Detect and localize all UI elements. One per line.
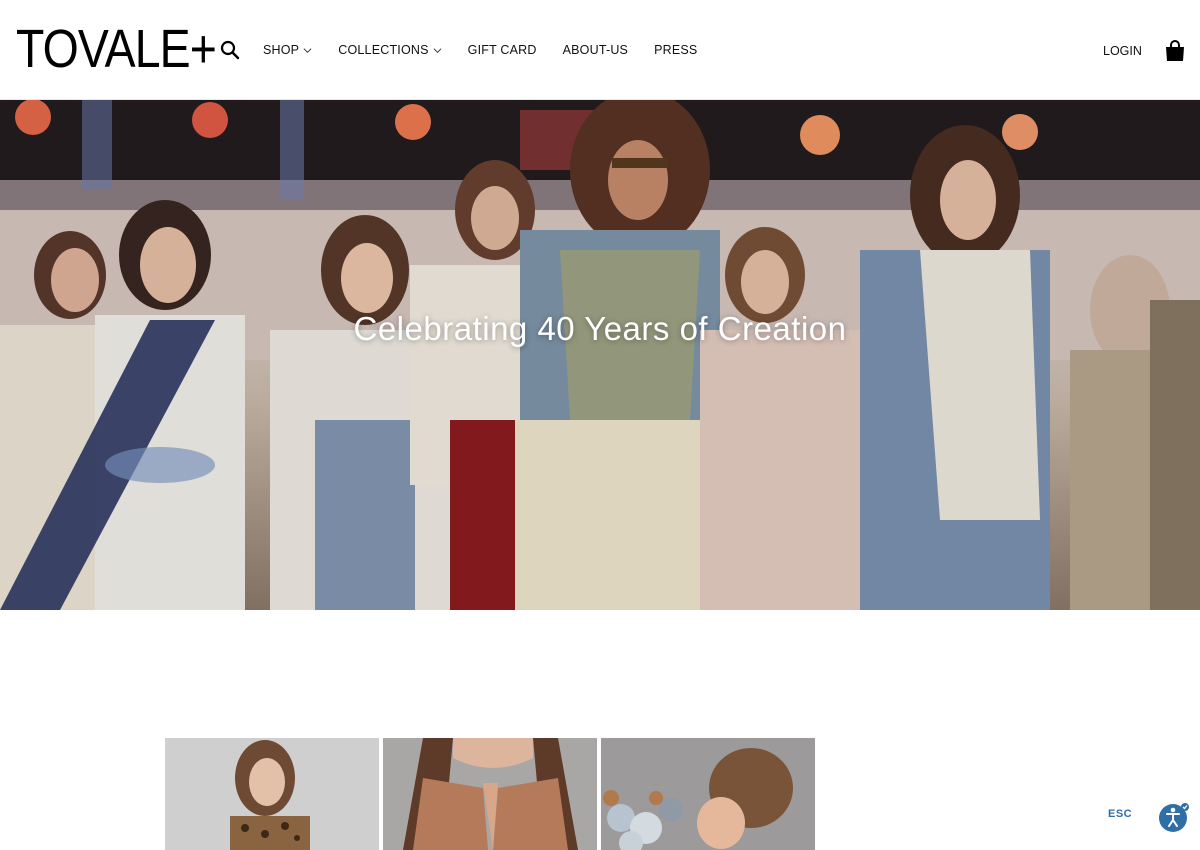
nav-gift-card[interactable]: GIFT CARD (468, 43, 537, 57)
site-header: TOVALE+ SHOP COLLECTIONS GIFT CARD ABOUT… (0, 0, 1200, 100)
nav-about-us-label: ABOUT-US (562, 43, 629, 57)
product-grid (165, 738, 815, 850)
nav-shop-label: SHOP (263, 43, 300, 57)
nav-press-label: PRESS (654, 43, 698, 57)
nav-collections[interactable]: COLLECTIONS (338, 43, 442, 57)
nav-about-us[interactable]: ABOUT-US (563, 43, 629, 57)
product-image-flowers (601, 738, 815, 850)
logo[interactable]: TOVALE+ (16, 18, 217, 80)
esc-button[interactable]: ESC (1108, 808, 1132, 820)
hero-title: Celebrating 40 Years of Creation (353, 310, 847, 347)
accessibility-icon[interactable] (1158, 801, 1190, 833)
runway-photo (0, 100, 1200, 610)
login-link[interactable]: LOGIN (1103, 44, 1142, 58)
product-image-leopard (165, 738, 379, 850)
chevron-down-icon (303, 47, 312, 53)
nav-collections-label: COLLECTIONS (338, 43, 429, 57)
hero-banner[interactable]: Celebrating 40 Years of Creation (0, 100, 1200, 610)
chevron-down-icon (433, 47, 442, 53)
product-card[interactable] (165, 738, 379, 850)
search-icon[interactable] (220, 40, 240, 60)
nav-press[interactable]: PRESS (654, 43, 697, 57)
product-image-sequin (383, 738, 597, 850)
nav-shop[interactable]: SHOP (263, 43, 312, 57)
product-card[interactable] (383, 738, 597, 850)
product-card[interactable] (601, 738, 815, 850)
shopping-bag-icon[interactable] (1163, 39, 1187, 63)
main-nav: SHOP COLLECTIONS GIFT CARD ABOUT-US PRES… (263, 43, 697, 57)
nav-gift-card-label: GIFT CARD (467, 43, 537, 57)
